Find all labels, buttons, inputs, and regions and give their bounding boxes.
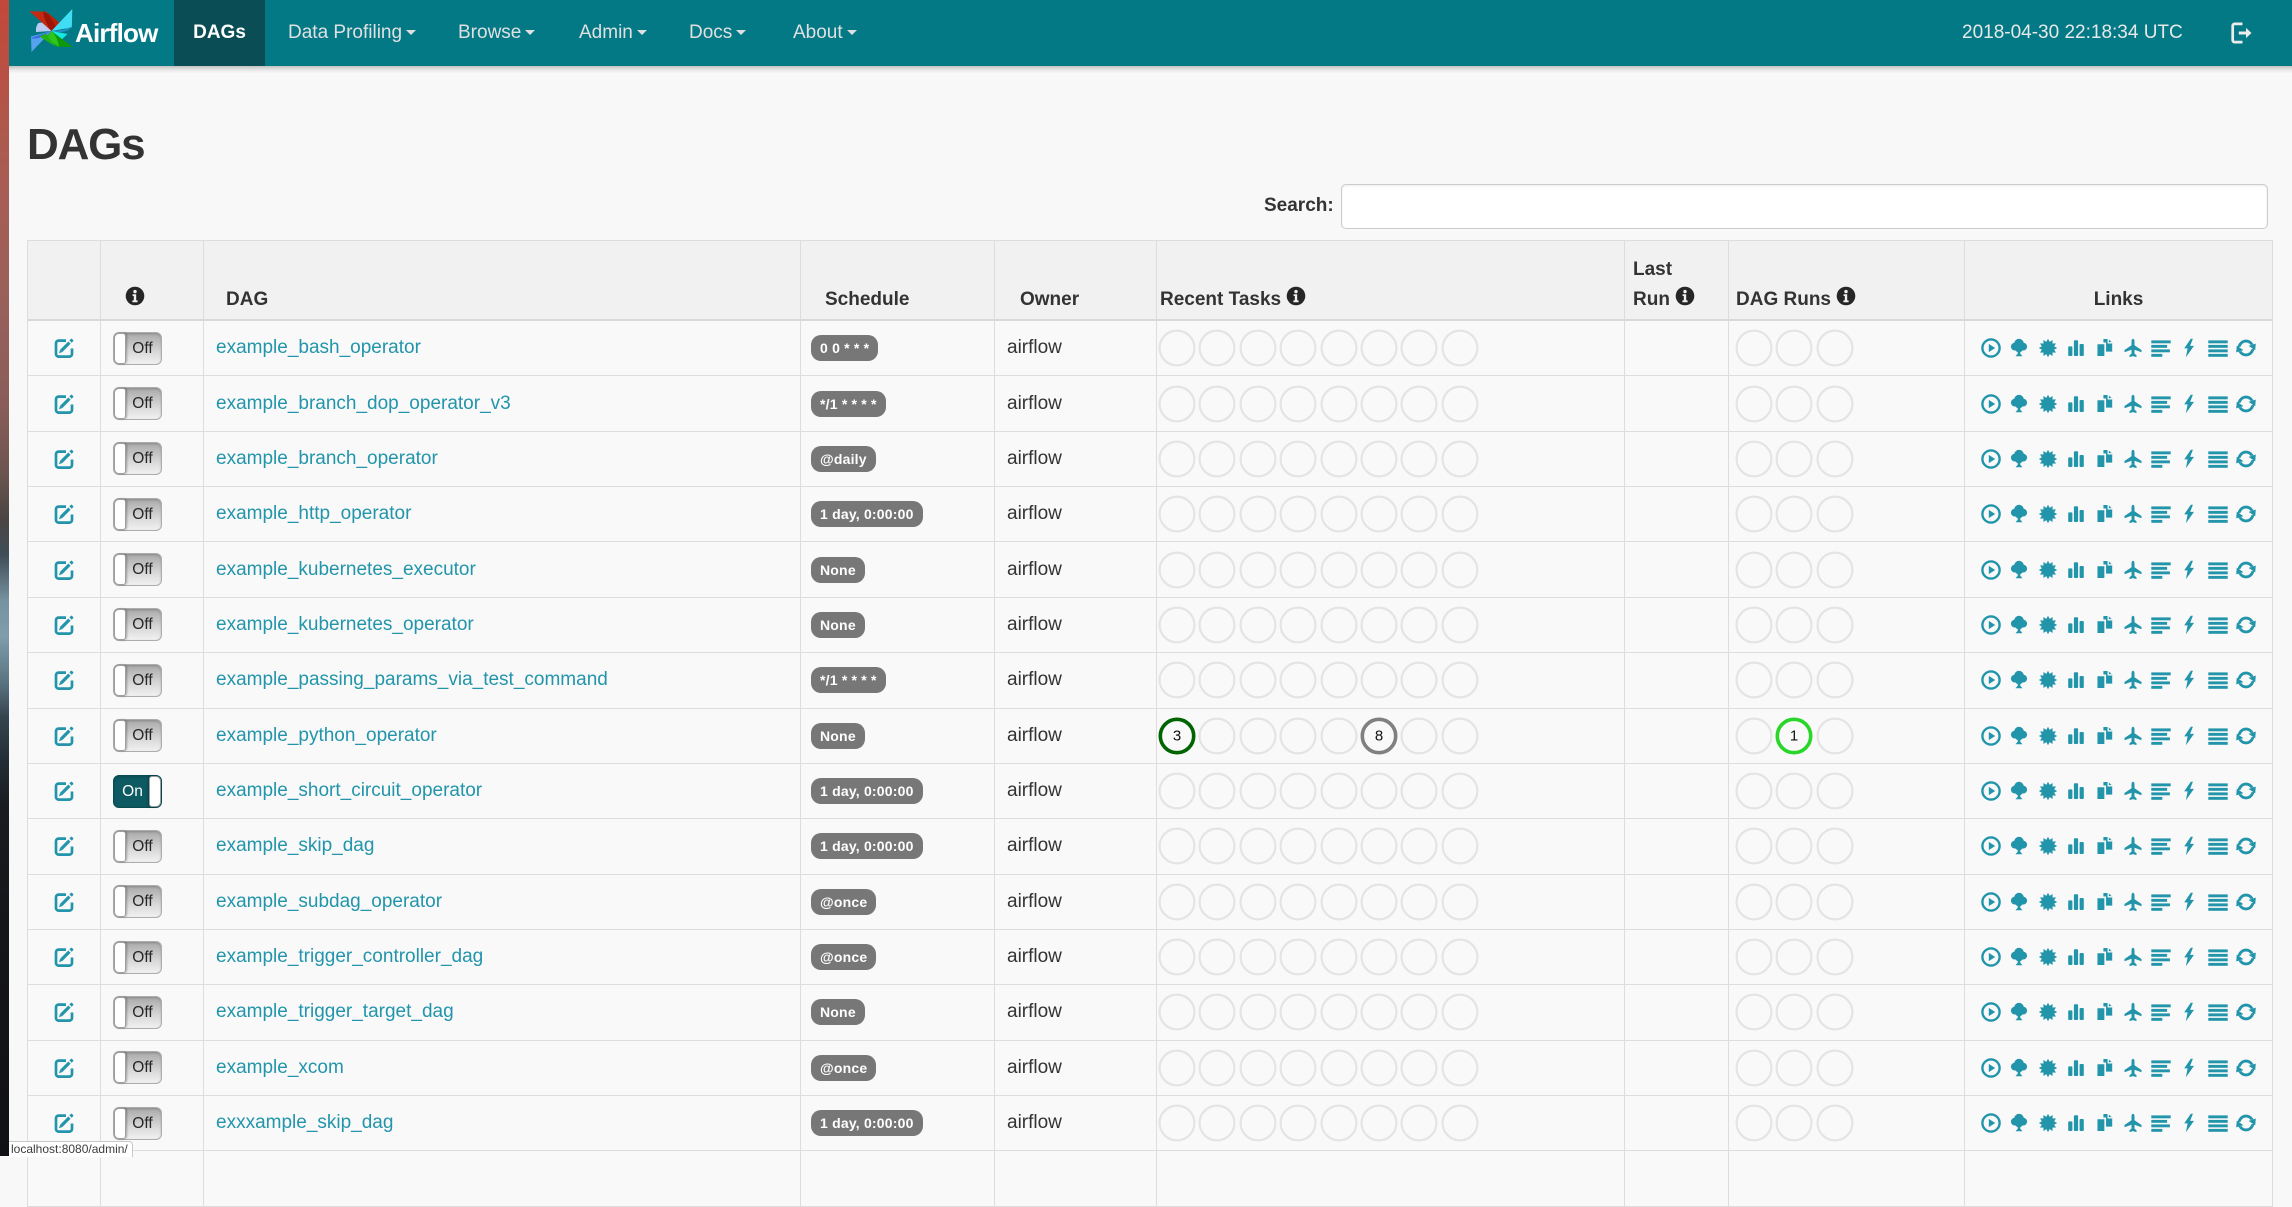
svg-text:1: 1 (1790, 727, 1798, 744)
svg-text:8: 8 (1375, 727, 1383, 744)
svg-text:3: 3 (1173, 727, 1181, 744)
